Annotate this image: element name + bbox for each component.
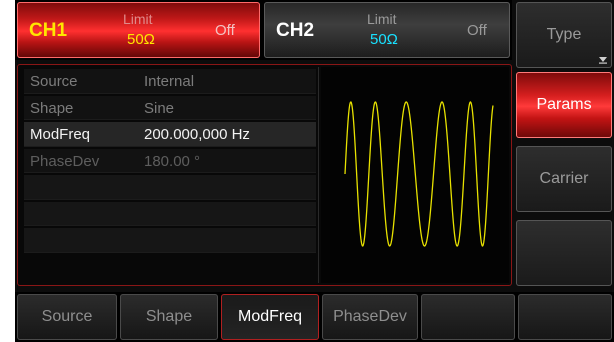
triangle-down-icon xyxy=(599,57,607,64)
waveform-graphic xyxy=(344,101,494,247)
modulation-panel: Source Internal Shape Sine ModFreq 200.0… xyxy=(17,64,512,286)
channel-2-limit-value: 50Ω xyxy=(370,31,398,48)
param-row-shape[interactable]: Shape Sine xyxy=(24,95,316,120)
parameter-list: Source Internal Shape Sine ModFreq 200.0… xyxy=(24,69,316,255)
param-label: ModFreq xyxy=(30,126,91,143)
param-row-phasedev[interactable]: PhaseDev 180.00 ° xyxy=(24,148,316,173)
channel-2-name: CH2 xyxy=(276,20,315,41)
empty-side-button[interactable] xyxy=(516,220,612,286)
param-row-modfreq[interactable]: ModFreq 200.000,000 Hz xyxy=(24,122,316,147)
carrier-button[interactable]: Carrier xyxy=(516,146,612,212)
channel-1-output-state: Off xyxy=(215,22,235,39)
phasedev-softkey[interactable]: PhaseDev xyxy=(322,294,418,340)
channel-2-output-state: Off xyxy=(467,22,487,39)
channel-bar: CH1 Limit 50Ω Off CH2 Limit 50Ω Off xyxy=(15,0,512,60)
shape-softkey-label: Shape xyxy=(145,308,193,325)
modfreq-softkey-label: ModFreq xyxy=(237,308,303,325)
params-button-label: Params xyxy=(536,96,592,113)
empty-softkey[interactable] xyxy=(518,294,612,340)
modfreq-softkey[interactable]: ModFreq xyxy=(221,294,319,340)
channel-1-limit-label: Limit xyxy=(123,11,153,27)
waveform-trace xyxy=(344,101,494,247)
side-menu: Type Params Carrier xyxy=(514,0,614,288)
channel-1-panel[interactable]: CH1 Limit 50Ω Off xyxy=(17,2,260,58)
channel-2-limit-label: Limit xyxy=(367,11,397,27)
empty-softkey[interactable] xyxy=(421,294,515,340)
params-button[interactable]: Params xyxy=(516,72,612,138)
panel-divider xyxy=(318,67,319,283)
waveform-preview xyxy=(321,67,509,283)
channel-1-limit-value: 50Ω xyxy=(127,31,155,48)
param-value: 180.00 ° xyxy=(144,152,201,170)
carrier-button-label: Carrier xyxy=(539,170,589,187)
param-label: PhaseDev xyxy=(30,152,100,170)
param-label: Source xyxy=(30,73,78,90)
type-button-label: Type xyxy=(546,26,582,43)
param-value: Sine xyxy=(144,99,175,117)
param-label: Shape xyxy=(30,99,74,117)
source-softkey[interactable]: Source xyxy=(17,294,117,340)
param-row-empty xyxy=(24,228,316,253)
channel-2-panel[interactable]: CH2 Limit 50Ω Off xyxy=(264,2,510,58)
param-value: Internal xyxy=(144,73,195,90)
param-row-empty xyxy=(24,201,316,226)
param-row-empty xyxy=(24,175,316,200)
channel-1-name: CH1 xyxy=(29,20,68,41)
param-value: 200.000,000 Hz xyxy=(144,126,250,143)
source-softkey-label: Source xyxy=(41,308,93,325)
shape-softkey[interactable]: Shape xyxy=(120,294,218,340)
param-row-source[interactable]: Source Internal xyxy=(24,69,316,94)
phasedev-softkey-label: PhaseDev xyxy=(333,308,407,325)
type-button[interactable]: Type xyxy=(516,2,612,68)
bottom-menu: Source Shape ModFreq PhaseDev xyxy=(15,292,614,342)
screen: CH1 Limit 50Ω Off CH2 Limit 50Ω Off Sour… xyxy=(15,0,614,342)
